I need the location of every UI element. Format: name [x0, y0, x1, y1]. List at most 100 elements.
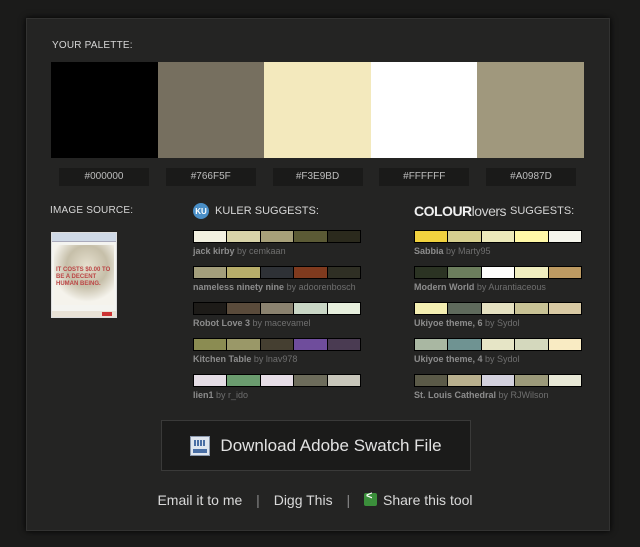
- theme-color-cell: [481, 231, 515, 242]
- hex-code[interactable]: #FFFFFF: [379, 168, 470, 186]
- theme-color-cell: [548, 339, 582, 350]
- theme-color-cell: [448, 231, 481, 242]
- theme-name[interactable]: nameless ninety nine by adoorenbosch: [193, 282, 363, 292]
- colourlovers-theme[interactable]: Modern World by Aurantiaceous: [414, 266, 584, 302]
- hex-code-row: #000000 #766F5F #F3E9BD #FFFFFF #A0987D: [51, 168, 584, 186]
- theme-name[interactable]: St. Louis Cathedral by RJWilson: [414, 390, 584, 400]
- theme-name[interactable]: lien1 by r_ido: [193, 390, 363, 400]
- theme-color-cell: [294, 375, 327, 386]
- theme-color-strip[interactable]: [193, 338, 361, 351]
- hex-code[interactable]: #A0987D: [486, 168, 576, 186]
- kuler-suggestions: ku KULER SUGGESTS: jack kirby by cemkaan…: [193, 202, 363, 410]
- theme-color-cell: [548, 267, 582, 278]
- palette-heading: YOUR PALETTE:: [52, 40, 133, 51]
- theme-author: by Marty95: [446, 246, 491, 256]
- theme-color-strip[interactable]: [414, 302, 582, 315]
- theme-title: Robot Love 3: [193, 318, 251, 328]
- theme-color-cell: [481, 339, 515, 350]
- colourlovers-theme[interactable]: Ukiyoe theme, 6 by Sydol: [414, 302, 584, 338]
- hex-code[interactable]: #F3E9BD: [272, 168, 363, 186]
- theme-color-cell: [515, 303, 548, 314]
- theme-title: jack kirby: [193, 246, 235, 256]
- theme-color-cell: [260, 267, 294, 278]
- download-swatch-button[interactable]: Download Adobe Swatch File: [161, 420, 471, 471]
- colourlovers-heading-label: SUGGESTS:: [510, 205, 575, 217]
- theme-color-cell: [260, 375, 294, 386]
- theme-color-cell: [548, 375, 582, 386]
- share-link[interactable]: Share this tool: [364, 490, 473, 508]
- theme-name[interactable]: Ukiyoe theme, 6 by Sydol: [414, 318, 584, 328]
- kuler-theme[interactable]: Robot Love 3 by macevamel: [193, 302, 363, 338]
- theme-color-cell: [327, 339, 361, 350]
- theme-title: Ukiyoe theme, 6: [414, 318, 483, 328]
- theme-color-cell: [194, 339, 227, 350]
- theme-color-cell: [515, 267, 548, 278]
- swatch-file-icon: [190, 435, 211, 456]
- theme-color-cell: [227, 375, 260, 386]
- theme-name[interactable]: jack kirby by cemkaan: [193, 246, 363, 256]
- colourlovers-theme[interactable]: St. Louis Cathedral by RJWilson: [414, 374, 584, 410]
- palette-swatch[interactable]: [264, 62, 371, 158]
- theme-name[interactable]: Modern World by Aurantiaceous: [414, 282, 584, 292]
- theme-name[interactable]: Ukiyoe theme, 4 by Sydol: [414, 354, 584, 364]
- kuler-theme[interactable]: jack kirby by cemkaan: [193, 230, 363, 266]
- hex-code[interactable]: #766F5F: [165, 168, 256, 186]
- kuler-theme[interactable]: lien1 by r_ido: [193, 374, 363, 410]
- theme-color-cell: [415, 339, 448, 350]
- theme-color-cell: [294, 267, 327, 278]
- palette-swatch[interactable]: [370, 62, 478, 158]
- image-source-thumbnail[interactable]: IT COSTS $0.00 TO BE A DECENT HUMAN BEIN…: [51, 232, 117, 318]
- theme-color-cell: [327, 303, 361, 314]
- theme-color-cell: [260, 303, 294, 314]
- theme-color-cell: [194, 267, 227, 278]
- theme-color-cell: [227, 339, 260, 350]
- kuler-heading-label: KULER SUGGESTS:: [215, 205, 319, 217]
- theme-color-strip[interactable]: [414, 374, 582, 387]
- kuler-theme[interactable]: nameless ninety nine by adoorenbosch: [193, 266, 363, 302]
- theme-color-cell: [481, 267, 515, 278]
- theme-color-strip[interactable]: [193, 230, 361, 243]
- palette-swatch[interactable]: [477, 62, 584, 158]
- thumbnail-footer: [52, 311, 116, 317]
- theme-color-strip[interactable]: [193, 374, 361, 387]
- theme-name[interactable]: Kitchen Table by lnav978: [193, 354, 363, 364]
- colourlovers-theme[interactable]: Ukiyoe theme, 4 by Sydol: [414, 338, 584, 374]
- image-source-heading: IMAGE SOURCE:: [50, 205, 134, 216]
- kuler-theme[interactable]: Kitchen Table by lnav978: [193, 338, 363, 374]
- palette-swatch[interactable]: [157, 62, 265, 158]
- theme-name[interactable]: Sabbia by Marty95: [414, 246, 584, 256]
- theme-color-cell: [194, 303, 227, 314]
- colourlovers-logo-bold: COLOUR: [414, 203, 472, 219]
- theme-color-cell: [548, 303, 582, 314]
- digg-link[interactable]: Digg This: [274, 492, 333, 508]
- email-link[interactable]: Email it to me: [157, 492, 242, 508]
- colourlovers-theme[interactable]: Sabbia by Marty95: [414, 230, 584, 266]
- theme-color-cell: [415, 231, 448, 242]
- theme-color-cell: [227, 303, 260, 314]
- theme-color-strip[interactable]: [414, 338, 582, 351]
- theme-color-strip[interactable]: [193, 302, 361, 315]
- theme-color-cell: [481, 303, 515, 314]
- theme-color-cell: [294, 339, 327, 350]
- theme-color-cell: [327, 231, 361, 242]
- theme-color-cell: [260, 231, 294, 242]
- footer-separator: |: [346, 492, 351, 508]
- hex-code[interactable]: #000000: [59, 168, 149, 186]
- theme-color-cell: [448, 339, 481, 350]
- theme-color-cell: [260, 339, 294, 350]
- theme-name[interactable]: Robot Love 3 by macevamel: [193, 318, 363, 328]
- theme-author: by r_ido: [216, 390, 249, 400]
- theme-author: by lnav978: [253, 354, 298, 364]
- colourlovers-suggestions: COLOURlovers SUGGESTS: Sabbia by Marty95…: [414, 202, 584, 410]
- palette-swatch[interactable]: [51, 62, 158, 158]
- theme-title: Sabbia: [414, 246, 444, 256]
- theme-color-cell: [448, 375, 481, 386]
- theme-author: by macevamel: [252, 318, 311, 328]
- theme-color-strip[interactable]: [414, 230, 582, 243]
- theme-color-strip[interactable]: [193, 266, 361, 279]
- thumbnail-browser-bar: [52, 233, 116, 242]
- theme-title: Kitchen Table: [193, 354, 252, 364]
- theme-title: lien1: [193, 390, 214, 400]
- theme-author: by RJWilson: [498, 390, 549, 400]
- theme-color-strip[interactable]: [414, 266, 582, 279]
